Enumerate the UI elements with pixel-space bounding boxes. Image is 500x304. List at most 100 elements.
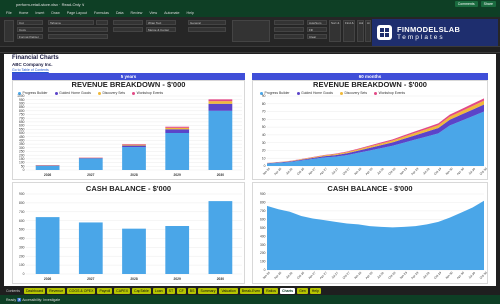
x-tick-label: Jul-30 <box>468 271 477 280</box>
autosum-button[interactable]: AutoSum <box>307 20 327 25</box>
y-tick-label: 600 <box>260 217 266 221</box>
alignment-buttons[interactable] <box>113 20 143 25</box>
sheet-tab-valuation[interactable]: Valuation <box>219 287 238 294</box>
font-style-buttons[interactable] <box>48 27 108 32</box>
sheet-tab-contents[interactable]: Contents <box>4 288 22 294</box>
x-tick-label: Oct-27 <box>342 270 351 279</box>
font-color-buttons[interactable] <box>48 34 108 39</box>
sheet-tab-loan[interactable]: Loan <box>152 287 165 294</box>
sheet-tab-capex[interactable]: CAPEX <box>114 287 131 294</box>
menu-home[interactable]: Home <box>19 11 29 15</box>
delete-button[interactable] <box>274 27 304 32</box>
x-tick-label: 2028 <box>130 173 138 177</box>
sheet-tab-bs[interactable]: BS <box>187 287 197 294</box>
x-tick-label: Jan-30 <box>444 166 454 176</box>
menu-page-layout[interactable]: Page Layout <box>67 11 87 15</box>
sheet-tab-cf[interactable]: CF <box>177 287 186 294</box>
cut-button[interactable]: Cut <box>17 20 43 25</box>
menu-file[interactable]: File <box>6 11 12 15</box>
find-select-button[interactable]: Find & Select <box>343 20 355 42</box>
font-select[interactable]: Tahoma <box>48 20 94 25</box>
alignment-buttons-2[interactable] <box>113 27 143 32</box>
x-tick-label: Oct-26 <box>296 166 305 175</box>
sheet-tab-dashboard[interactable]: Dashboard <box>24 287 46 294</box>
menu-view[interactable]: View <box>149 11 157 15</box>
x-tick-label: Apr-29 <box>410 166 419 175</box>
sheet-tab-cogs-opex[interactable]: COGS & OPEX <box>67 287 96 294</box>
bar <box>165 129 190 133</box>
y-tick-label: 200 <box>260 251 266 255</box>
y-tick-label: 100 <box>19 161 25 165</box>
menu-automate[interactable]: Automate <box>164 11 179 15</box>
bar <box>35 165 60 170</box>
sheet-tab-help[interactable]: Help <box>309 287 321 294</box>
analyze-data-button[interactable]: Analyze Data <box>365 20 371 42</box>
x-tick-label: Jul-29 <box>422 167 431 176</box>
number-format-select[interactable]: General <box>188 20 226 25</box>
font-size-select[interactable] <box>96 20 108 25</box>
number-format-buttons[interactable] <box>188 27 226 32</box>
sheet-tab-captable[interactable]: CapTable <box>132 287 151 294</box>
x-tick-label: Apr-27 <box>319 270 328 279</box>
y-tick-label: 400 <box>19 237 25 241</box>
menu-insert[interactable]: Insert <box>35 11 44 15</box>
menu-data[interactable]: Data <box>116 11 124 15</box>
merge-center-button[interactable]: Merge & Center <box>146 27 176 32</box>
x-tick-label: Apr-27 <box>319 166 328 175</box>
x-tick-label: Jul-27 <box>331 167 340 176</box>
menu-review[interactable]: Review <box>131 11 143 15</box>
menu-bar: File Home Insert Draw Page Layout Formul… <box>0 9 500 17</box>
status-text: Ready ♿ Accessibility: Investigate <box>6 297 61 302</box>
paste-button[interactable] <box>4 20 14 42</box>
copy-button[interactable]: Copy <box>17 27 43 32</box>
comments-button[interactable]: Comments <box>454 1 478 7</box>
y-tick-label: 80 <box>262 102 266 106</box>
sheet-tab-st[interactable]: ST <box>166 287 176 294</box>
sheet-tab-gen[interactable]: Gen <box>297 287 308 294</box>
insert-button[interactable] <box>274 20 304 25</box>
y-tick-label: 400 <box>260 234 266 238</box>
y-tick-label: 800 <box>19 109 25 113</box>
format-painter-button[interactable]: Format Painter <box>17 34 43 39</box>
sheet-tab-payroll[interactable]: Payroll <box>97 287 113 294</box>
wrap-text-button[interactable]: Wrap Text <box>146 20 176 25</box>
fill-button[interactable]: Fill <box>307 27 327 32</box>
y-tick-label: 300 <box>19 146 25 150</box>
conditional-formatting-buttons[interactable] <box>232 20 270 42</box>
x-tick-label: Oct-30 <box>479 270 488 279</box>
menu-draw[interactable]: Draw <box>51 11 59 15</box>
menu-formulas[interactable]: Formulas <box>94 11 109 15</box>
sheet-tab-summary[interactable]: Summary <box>198 287 218 294</box>
x-tick-label: Oct-29 <box>433 270 442 279</box>
sort-filter-button[interactable]: Sort & Filter <box>329 20 341 42</box>
y-tick-label: 950 <box>19 98 25 102</box>
y-tick-label: 300 <box>260 243 266 247</box>
y-tick-label: 550 <box>19 127 25 131</box>
x-tick-label: Jul-28 <box>376 167 385 176</box>
sheet-tab-charts[interactable]: Charts <box>280 287 296 294</box>
x-tick-label: Jan-29 <box>399 166 409 176</box>
x-tick-label: Apr-28 <box>364 166 373 175</box>
formula-bar[interactable] <box>0 47 500 53</box>
sheet-tabs-bar: Contents Dashboard Revenue COGS & OPEX Payro… <box>0 286 500 295</box>
y-tick-label: 90 <box>262 94 266 98</box>
share-button[interactable]: Share <box>480 1 496 7</box>
sheet-tab-break-even[interactable]: Break-Even <box>239 287 263 294</box>
x-tick-label: Jul-26 <box>285 271 294 280</box>
menu-help[interactable]: Help <box>186 11 193 15</box>
status-bar: Ready ♿ Accessibility: Investigate <box>0 295 500 304</box>
sheet-tab-ratios[interactable]: Ratios <box>264 287 279 294</box>
sheet-tab-revenue[interactable]: Revenue <box>47 287 66 294</box>
x-tick-label: Oct-27 <box>342 166 351 175</box>
y-tick-label: 60 <box>262 117 266 121</box>
y-tick-label: 900 <box>260 192 266 196</box>
x-tick-label: Apr-28 <box>364 270 373 279</box>
y-tick-label: 70 <box>262 110 266 114</box>
clear-button[interactable]: Clear <box>307 34 327 39</box>
x-tick-label: 2026 <box>44 277 52 281</box>
bar <box>122 228 146 274</box>
bar <box>208 201 233 274</box>
add-ins-button[interactable]: Add-ins <box>357 20 364 42</box>
bar <box>122 144 146 146</box>
format-button[interactable] <box>274 34 304 39</box>
